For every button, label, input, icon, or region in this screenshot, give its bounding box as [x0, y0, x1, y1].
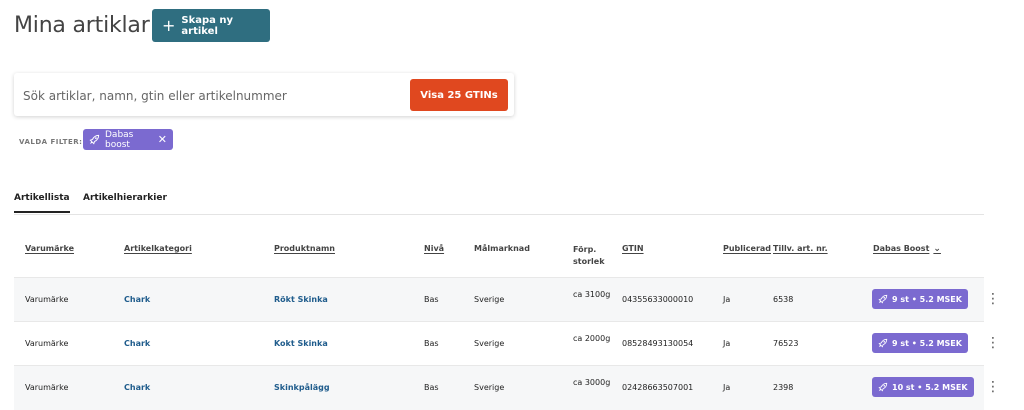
boost-badge-label: 10 st • 5.2 MSEK	[892, 382, 968, 392]
rocket-icon	[878, 294, 888, 304]
cell-product[interactable]: Skinkpålägg	[274, 383, 330, 392]
cell-category[interactable]: Chark	[124, 383, 150, 392]
header-brand[interactable]: Varumärke	[25, 244, 74, 253]
tab-artikelhierarkier[interactable]: Artikelhierarkier	[83, 193, 167, 203]
filter-chip-dabas-boost[interactable]: Dabas boost ✕	[83, 129, 173, 150]
search-input[interactable]	[21, 85, 405, 107]
cell-published: Ja	[723, 339, 731, 348]
header-gtin[interactable]: GTIN	[622, 244, 644, 253]
cell-pack: ca 2000g	[573, 334, 611, 343]
cell-market: Sverige	[474, 383, 505, 392]
cell-level: Bas	[424, 383, 439, 392]
boost-badge[interactable]: 9 st • 5.2 MSEK	[872, 333, 968, 353]
page-title: Mina artiklar	[14, 13, 150, 38]
cell-gtin: 08528493130054	[622, 339, 694, 348]
boost-badge-label: 9 st • 5.2 MSEK	[892, 338, 962, 348]
cell-level: Bas	[424, 295, 439, 304]
cell-brand: Varumärke	[25, 339, 69, 348]
cell-gtin: 04355633000010	[622, 295, 694, 304]
cell-category[interactable]: Chark	[124, 339, 150, 348]
cell-market: Sverige	[474, 295, 505, 304]
more-vertical-icon[interactable]: ⋮	[986, 336, 1000, 350]
boost-badge-label: 9 st • 5.2 MSEK	[892, 294, 962, 304]
search-card: Visa 25 GTINs	[14, 73, 514, 116]
close-icon[interactable]: ✕	[158, 133, 167, 146]
boost-badge[interactable]: 9 st • 5.2 MSEK	[872, 289, 968, 309]
header-market: Målmarknad	[474, 244, 530, 253]
header-level[interactable]: Nivå	[424, 244, 444, 253]
table-row[interactable]: Varumärke Chark Rökt Skinka Bas Sverige …	[14, 277, 1000, 322]
rocket-icon	[89, 134, 100, 145]
cell-art-nr: 76523	[773, 339, 799, 348]
cell-level: Bas	[424, 339, 439, 348]
header-product[interactable]: Produktnamn	[274, 244, 335, 253]
cell-pack: ca 3000g	[573, 378, 611, 387]
create-article-button[interactable]: + Skapa ny artikel	[152, 9, 270, 42]
cell-pack: ca 3100g	[573, 290, 611, 299]
cell-category[interactable]: Chark	[124, 295, 150, 304]
show-gtins-button[interactable]: Visa 25 GTINs	[410, 79, 508, 111]
chevron-down-icon: ⌄	[933, 244, 941, 254]
cell-art-nr: 6538	[773, 295, 794, 304]
header-pack-size: Förp. storlek	[573, 245, 605, 266]
table-row[interactable]: Varumärke Chark Kokt Skinka Bas Sverige …	[14, 321, 1000, 366]
plus-icon: +	[162, 15, 176, 35]
header-published[interactable]: Publicerad	[723, 244, 771, 253]
rocket-icon	[878, 382, 888, 392]
header-dabas-boost[interactable]: Dabas Boost ⌄	[873, 244, 941, 254]
more-vertical-icon[interactable]: ⋮	[986, 380, 1000, 394]
tab-artikellista[interactable]: Artikellista	[14, 193, 70, 213]
cell-market: Sverige	[474, 339, 505, 348]
cell-published: Ja	[723, 383, 731, 392]
header-dabas-boost-label: Dabas Boost	[873, 244, 930, 253]
cell-brand: Varumärke	[25, 295, 69, 304]
boost-badge[interactable]: 10 st • 5.2 MSEK	[872, 377, 974, 397]
header-art-nr[interactable]: Tillv. art. nr.	[773, 244, 828, 253]
cell-published: Ja	[723, 295, 731, 304]
cell-art-nr: 2398	[773, 383, 794, 392]
tabs-divider	[14, 214, 984, 215]
cell-product[interactable]: Rökt Skinka	[274, 295, 328, 304]
rocket-icon	[878, 338, 888, 348]
header-category[interactable]: Artikelkategori	[124, 244, 192, 253]
selected-filters-label: VALDA FILTER:	[19, 138, 83, 146]
table-row[interactable]: Varumärke Chark Skinkpålägg Bas Sverige …	[14, 365, 1000, 410]
filter-chip-label: Dabas boost	[105, 129, 134, 150]
cell-gtin: 02428663507001	[622, 383, 694, 392]
cell-product[interactable]: Kokt Skinka	[274, 339, 328, 348]
cell-brand: Varumärke	[25, 383, 69, 392]
create-article-label: Skapa ny artikel	[181, 14, 234, 37]
more-vertical-icon[interactable]: ⋮	[986, 292, 1000, 306]
